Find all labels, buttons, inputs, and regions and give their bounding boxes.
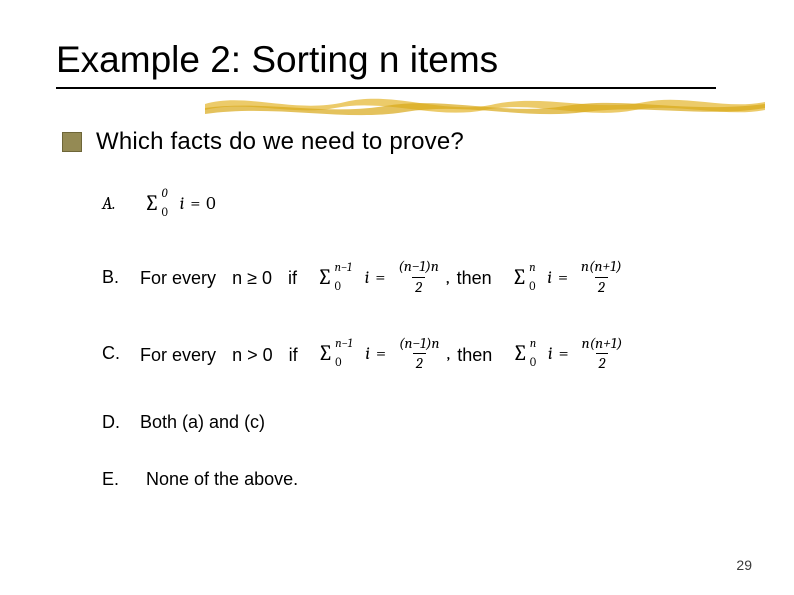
sigma-icon: ∑ n 0 bbox=[512, 342, 528, 365]
slide-title: Example 2: Sorting n items bbox=[56, 40, 716, 81]
rhs-value: 0 bbox=[206, 193, 215, 214]
brush-decoration bbox=[205, 90, 765, 118]
option-a-math: ∑ 0 0 i = 0 bbox=[140, 192, 216, 215]
bullet-icon bbox=[62, 132, 82, 152]
fraction: (n−1)n 2 bbox=[396, 336, 443, 373]
sum-upper: n−1 bbox=[335, 260, 352, 274]
equals: = bbox=[559, 343, 569, 364]
for-every: For every bbox=[140, 268, 216, 288]
option-b-label: B. bbox=[102, 267, 140, 288]
sum-lower: 0 bbox=[530, 355, 536, 369]
sum-lower: 0 bbox=[335, 355, 341, 369]
sum-lower: 0 bbox=[335, 279, 341, 293]
then-word: then bbox=[457, 268, 492, 288]
option-b: B. For every n ≥ 0 if ∑ n−1 0 i = bbox=[102, 259, 722, 296]
frac-den: 2 bbox=[412, 277, 425, 296]
frac-den: 2 bbox=[595, 277, 608, 296]
sigma-icon: ∑ n−1 0 bbox=[317, 266, 333, 289]
equals: = bbox=[376, 343, 386, 364]
sum-term: i bbox=[365, 267, 370, 288]
equals: = bbox=[558, 267, 568, 288]
option-c-label: C. bbox=[102, 343, 140, 364]
option-a-label: A. bbox=[102, 193, 140, 214]
question-row: Which facts do we need to prove? bbox=[62, 128, 464, 156]
sum-term: i bbox=[180, 193, 185, 214]
cond-var: n > 0 bbox=[232, 344, 273, 364]
fraction: (n−1)n 2 bbox=[395, 259, 442, 296]
if-word: if bbox=[289, 344, 298, 364]
frac-num: n(n+1) bbox=[578, 259, 625, 277]
sum-term: i bbox=[365, 343, 370, 364]
title-underline bbox=[56, 87, 716, 89]
sigma-icon: ∑ 0 0 bbox=[144, 192, 160, 215]
sum-upper: 0 bbox=[162, 186, 168, 200]
frac-num: (n−1)n bbox=[395, 259, 442, 277]
slide: Example 2: Sorting n items Which facts d… bbox=[0, 0, 794, 595]
option-b-text: For every n ≥ 0 if ∑ n−1 0 i = (n−1)n bbox=[140, 259, 629, 296]
option-d-label: D. bbox=[102, 412, 140, 433]
option-e: E. None of the above. bbox=[102, 469, 722, 490]
sum-term: i bbox=[548, 343, 553, 364]
frac-den: 2 bbox=[596, 353, 609, 372]
option-c: C. For every n > 0 if ∑ n−1 0 i = bbox=[102, 336, 722, 373]
comma: , bbox=[447, 343, 451, 364]
sigma-icon: ∑ n−1 0 bbox=[318, 342, 334, 365]
frac-num: (n−1)n bbox=[396, 336, 443, 354]
question-text: Which facts do we need to prove? bbox=[96, 128, 464, 156]
option-d: D. Both (a) and (c) bbox=[102, 412, 722, 433]
frac-num: n(n+1) bbox=[579, 336, 626, 354]
fraction: n(n+1) 2 bbox=[578, 259, 625, 296]
title-block: Example 2: Sorting n items bbox=[56, 40, 716, 89]
option-c-text: For every n > 0 if ∑ n−1 0 i = (n−1)n bbox=[140, 336, 629, 373]
for-every: For every bbox=[140, 344, 216, 364]
frac-den: 2 bbox=[413, 353, 426, 372]
comma: , bbox=[446, 267, 450, 288]
option-d-text: Both (a) and (c) bbox=[140, 412, 265, 433]
if-word: if bbox=[288, 268, 297, 288]
equals: = bbox=[375, 267, 385, 288]
sum-term: i bbox=[547, 267, 552, 288]
sum-lower: 0 bbox=[529, 279, 535, 293]
equals: = bbox=[190, 193, 200, 214]
option-e-label: E. bbox=[102, 469, 140, 490]
sum-lower: 0 bbox=[162, 205, 168, 219]
sigma-icon: ∑ n 0 bbox=[512, 266, 528, 289]
then-word: then bbox=[457, 344, 492, 364]
fraction: n(n+1) 2 bbox=[579, 336, 626, 373]
option-e-text: None of the above. bbox=[146, 469, 298, 490]
cond-var: n ≥ 0 bbox=[232, 268, 272, 288]
sum-upper: n bbox=[530, 336, 536, 350]
page-number: 29 bbox=[736, 557, 752, 573]
option-a: A. ∑ 0 0 i = 0 bbox=[102, 192, 722, 215]
options-list: A. ∑ 0 0 i = 0 B. For every n ≥ 0 if bbox=[102, 192, 722, 490]
sum-upper: n bbox=[529, 260, 535, 274]
sum-upper: n−1 bbox=[335, 336, 352, 350]
